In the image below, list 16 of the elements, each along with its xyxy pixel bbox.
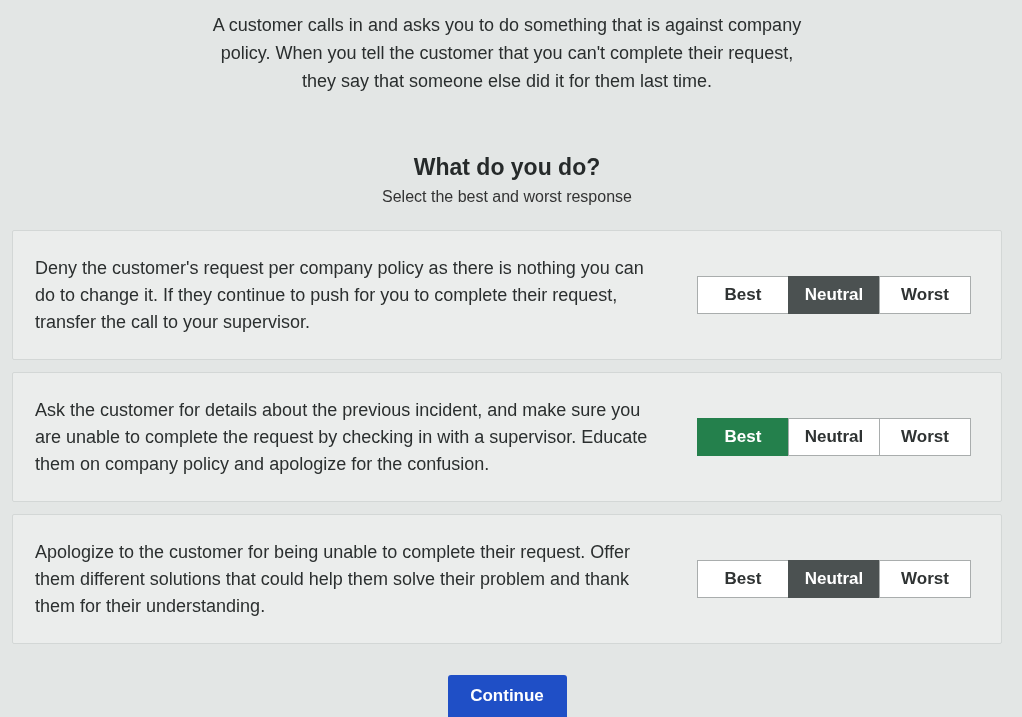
response-text: Deny the customer's request per company policy as there is nothing you can do to change it. If they continue to push for you to complete their request, transfer the call to your supervisor. <box>35 256 645 334</box>
response-text: Apologize to the customer for being unable to complete their request. Offer them different solutions that could help them solve their problem and thank them for their understanding. <box>35 540 631 618</box>
question-heading: What do you do? <box>413 153 601 182</box>
rating-button[interactable]: Worst <box>879 418 971 456</box>
scenario-text: A customer calls in and asks you to do something that is against company policy. When you tell the customer that you can't complete their request, they say that someone else did it for them last time. <box>211 14 803 93</box>
rating-button[interactable]: Worst <box>879 560 971 598</box>
response-text: Ask the customer for details about the previous incident, and make sure you are unable to complete the request by checking in with a supervisor. Educate them on company policy and apologize for the confusion. <box>35 398 649 476</box>
instruction-text: Select the best and worst response <box>382 187 632 207</box>
rating-button[interactable]: Neutral <box>788 276 880 314</box>
rating-button[interactable]: Neutral <box>788 418 880 456</box>
rating-button[interactable]: Best <box>697 418 789 456</box>
rating-button[interactable]: Neutral <box>788 560 880 598</box>
rating-button[interactable]: Best <box>697 276 789 314</box>
rating-button[interactable]: Worst <box>879 276 971 314</box>
continue-button[interactable]: Continue <box>447 675 567 717</box>
rating-button[interactable]: Best <box>697 560 789 598</box>
